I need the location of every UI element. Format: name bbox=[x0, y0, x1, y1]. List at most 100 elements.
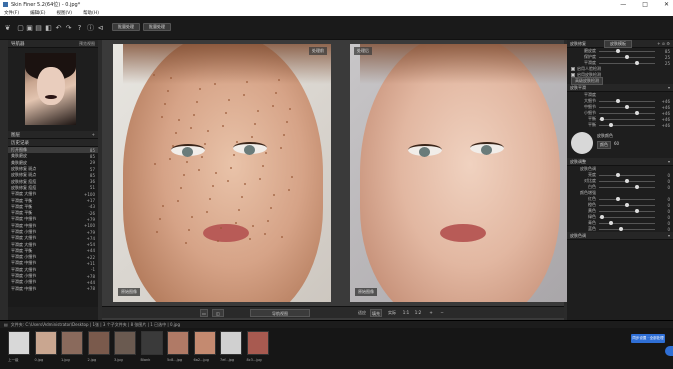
slider-track[interactable] bbox=[599, 202, 655, 207]
help-icon[interactable]: ? bbox=[76, 25, 83, 32]
freckle-mark bbox=[162, 205, 164, 207]
redo-icon[interactable]: ↷ bbox=[65, 25, 72, 32]
single-view-icon[interactable]: ▭ bbox=[200, 309, 208, 317]
slider-knob[interactable] bbox=[625, 202, 630, 207]
zoom-1-1[interactable]: 1:1 bbox=[401, 309, 411, 317]
history-item[interactable]: 平滑度 中细节 +78 bbox=[8, 286, 98, 292]
slider-track[interactable] bbox=[599, 172, 655, 177]
tone-section-header[interactable]: 皮肤色调 ▾ bbox=[567, 232, 673, 240]
slider-knob[interactable] bbox=[599, 116, 604, 121]
menu-view[interactable]: 视图(V) bbox=[56, 10, 72, 16]
info-icon[interactable]: ⓘ bbox=[87, 25, 94, 32]
filmstrip-thumbnail[interactable] bbox=[140, 331, 163, 355]
filmstrip-thumbnail[interactable] bbox=[87, 331, 110, 355]
fill-button[interactable]: 填充 bbox=[370, 309, 382, 317]
share-icon[interactable]: ⊲ bbox=[97, 25, 104, 32]
slider-track[interactable] bbox=[599, 54, 655, 59]
slider-knob[interactable] bbox=[634, 60, 639, 65]
slider-track[interactable] bbox=[599, 98, 655, 103]
slider-value: 0 bbox=[667, 172, 670, 178]
history-item-label: 平滑度 大细节 bbox=[11, 266, 37, 272]
navigator-thumbnail[interactable] bbox=[25, 53, 76, 125]
zoom-1-2[interactable]: 1:2 bbox=[413, 309, 423, 317]
adjust-section-header[interactable]: 皮肤调整 ▾ bbox=[567, 158, 673, 166]
preset-actions-icon[interactable]: + ⊘ ⚙ bbox=[657, 41, 670, 46]
zoom-in-icon[interactable]: + bbox=[427, 309, 435, 317]
split-view-icon[interactable]: ◫ bbox=[212, 309, 224, 317]
slider-knob[interactable] bbox=[615, 172, 620, 177]
after-caption: 原始图像 bbox=[355, 288, 377, 296]
slider-track[interactable] bbox=[599, 48, 655, 53]
slider-knob[interactable] bbox=[625, 54, 630, 59]
slider-track[interactable] bbox=[599, 60, 655, 65]
slider-knob[interactable] bbox=[599, 214, 604, 219]
before-pane[interactable]: 处理前 原始图像 bbox=[113, 44, 331, 302]
actual-button[interactable]: 实际 bbox=[386, 309, 398, 317]
layers-header[interactable]: 图层 + bbox=[8, 131, 98, 139]
slider-track[interactable] bbox=[599, 184, 655, 189]
maximize-button[interactable]: □ bbox=[642, 0, 648, 9]
menu-file[interactable]: 文件(F) bbox=[4, 10, 19, 16]
slider-knob[interactable] bbox=[609, 122, 614, 127]
side-tab-button[interactable] bbox=[665, 346, 673, 356]
preset-dropdown[interactable]: 皮肤模板 bbox=[604, 39, 632, 48]
slider-track[interactable] bbox=[599, 220, 655, 225]
after-pane[interactable]: 处理后 原始图像 bbox=[350, 44, 568, 302]
filmstrip-thumbnail[interactable] bbox=[114, 331, 136, 355]
add-layer-icon[interactable]: + bbox=[92, 132, 95, 137]
freckle-mark bbox=[207, 130, 209, 132]
slider-track[interactable] bbox=[599, 214, 655, 219]
slider-track[interactable] bbox=[599, 178, 655, 183]
slider-track[interactable] bbox=[599, 110, 655, 115]
filmstrip-thumbnail[interactable] bbox=[61, 331, 83, 355]
save-icon[interactable]: ▣ bbox=[26, 25, 33, 32]
skin-color-button[interactable]: 颜色 bbox=[597, 141, 611, 149]
batch-icon[interactable]: ◧ bbox=[45, 25, 52, 32]
slider-knob[interactable] bbox=[634, 184, 639, 189]
slider-knob[interactable] bbox=[634, 208, 639, 213]
slider-value: +46 bbox=[661, 122, 670, 128]
slider-track[interactable] bbox=[599, 226, 655, 231]
preview-button[interactable]: 导航视图 bbox=[250, 309, 310, 317]
slider-knob[interactable] bbox=[615, 48, 620, 53]
slider-track[interactable] bbox=[599, 208, 655, 213]
filmstrip-thumbnail[interactable] bbox=[167, 331, 189, 355]
slider-track[interactable] bbox=[599, 116, 655, 121]
filmstrip-thumbnail[interactable] bbox=[193, 331, 216, 355]
skin-color-swatch[interactable] bbox=[571, 132, 593, 154]
slider-knob[interactable] bbox=[625, 178, 630, 183]
filmstrip-thumbnail[interactable] bbox=[246, 331, 269, 355]
slider-knob[interactable] bbox=[615, 196, 620, 201]
close-button[interactable]: ✕ bbox=[664, 0, 669, 9]
collapse-icon-2[interactable]: ▾ bbox=[668, 159, 670, 164]
slider-knob[interactable] bbox=[615, 98, 620, 103]
undo-icon[interactable]: ↶ bbox=[55, 25, 62, 32]
history-header[interactable]: 历史记录 bbox=[8, 139, 98, 147]
filmstrip-thumbnail[interactable] bbox=[34, 331, 57, 355]
collapse-icon-3[interactable]: ▾ bbox=[668, 233, 670, 238]
minimize-button[interactable]: — bbox=[620, 0, 626, 9]
open-icon[interactable]: ▢ bbox=[17, 25, 24, 32]
preview-view-toggle[interactable]: 预览视图 bbox=[79, 41, 95, 47]
zoom-out-icon[interactable]: − bbox=[438, 309, 446, 317]
smooth-section-header[interactable]: 皮肤平滑 ▾ bbox=[567, 84, 673, 92]
collapse-icon[interactable]: ▾ bbox=[668, 85, 670, 90]
parent-folder-item[interactable] bbox=[8, 331, 30, 355]
slider-knob[interactable] bbox=[618, 226, 623, 231]
menu-edit[interactable]: 编辑(E) bbox=[30, 10, 45, 16]
slider-knob[interactable] bbox=[625, 104, 630, 109]
fit-button[interactable]: 适应 bbox=[356, 309, 368, 317]
batch-button-1[interactable]: 批量处理 bbox=[112, 23, 140, 31]
menu-help[interactable]: 帮助(H) bbox=[83, 10, 99, 16]
slider-track[interactable] bbox=[599, 104, 655, 109]
batch-button-2[interactable]: 批量处理 bbox=[143, 23, 171, 31]
slider-track[interactable] bbox=[599, 122, 655, 127]
sync-process-button[interactable]: 同步设置 · 全部处理 bbox=[631, 334, 665, 343]
freckle-mark bbox=[262, 165, 264, 167]
slider-knob[interactable] bbox=[609, 220, 614, 225]
filmstrip-thumbnail[interactable] bbox=[220, 331, 242, 355]
slider-knob[interactable] bbox=[634, 110, 639, 115]
slider-track[interactable] bbox=[599, 196, 655, 201]
freckle-mark bbox=[225, 112, 227, 114]
save-as-icon[interactable]: ▤ bbox=[35, 25, 42, 32]
